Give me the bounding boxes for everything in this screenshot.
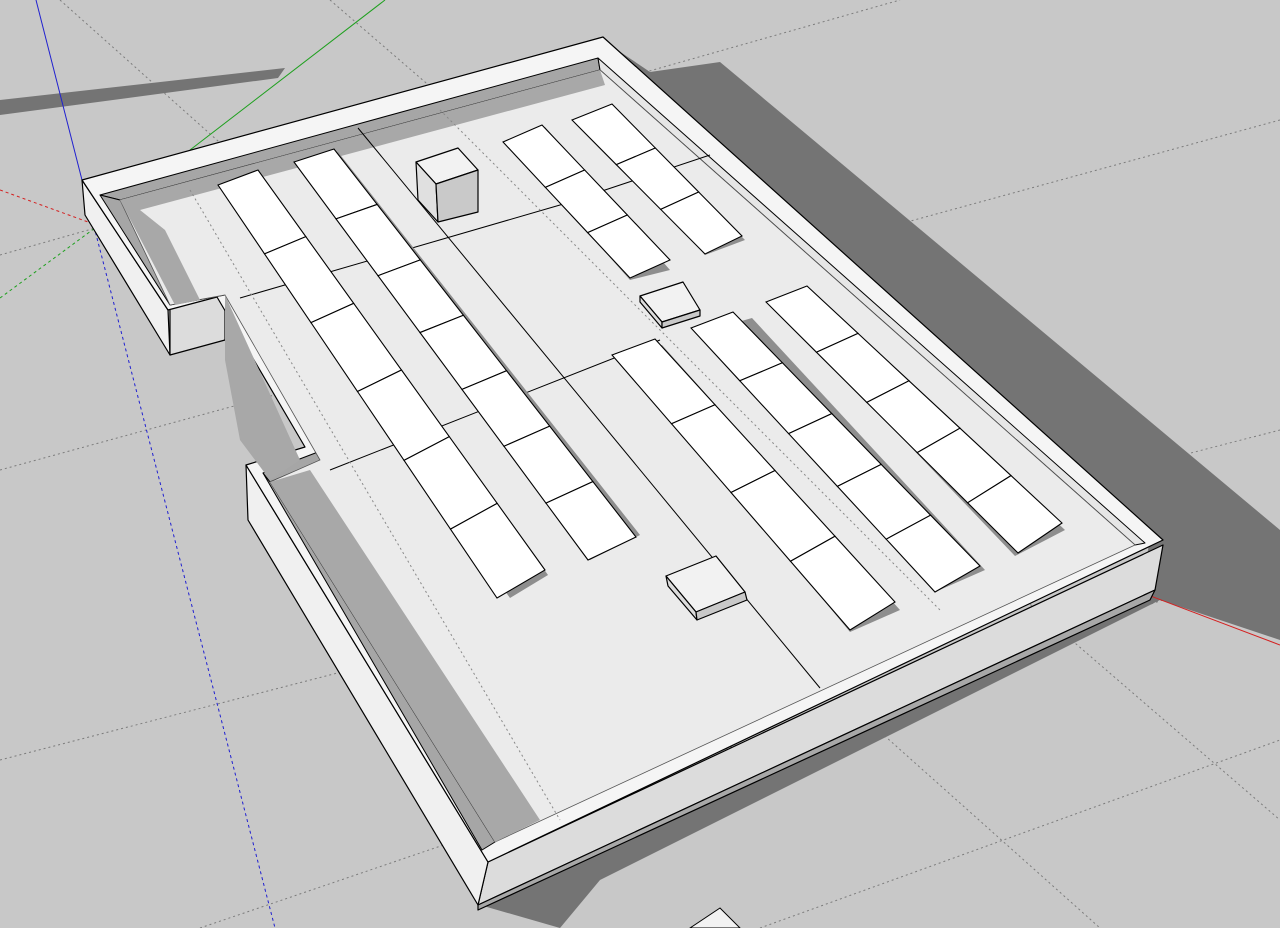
sketchup-3d-viewport[interactable] (0, 0, 1280, 928)
model-canvas[interactable] (0, 0, 1280, 928)
